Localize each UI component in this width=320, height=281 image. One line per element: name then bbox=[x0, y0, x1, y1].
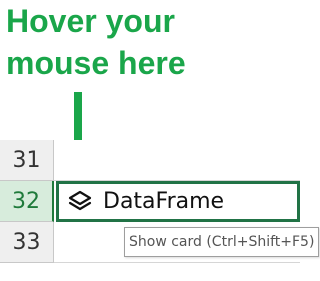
annotation-text: Hover your mouse here bbox=[6, 0, 186, 84]
dataframe-label: DataFrame bbox=[103, 189, 225, 214]
row-31: 31 bbox=[0, 140, 300, 181]
row-32: 32 DataFrame bbox=[0, 181, 300, 222]
cell-a33[interactable]: Show card (Ctrl+Shift+F5) bbox=[54, 222, 320, 263]
annotation-line-1: Hover your bbox=[6, 3, 175, 39]
row-header-31[interactable]: 31 bbox=[0, 140, 54, 181]
row-header-32[interactable]: 32 bbox=[0, 181, 54, 222]
layers-icon[interactable] bbox=[67, 189, 93, 215]
cell-a32[interactable]: DataFrame bbox=[56, 181, 300, 222]
cell-a31[interactable] bbox=[54, 140, 300, 181]
cell-a32-content: DataFrame bbox=[67, 184, 224, 219]
row-header-33[interactable]: 33 bbox=[0, 222, 54, 263]
spreadsheet-grid: 31 32 DataFrame 33 Show card (Ctrl+Shift… bbox=[0, 140, 320, 281]
row-33: 33 Show card (Ctrl+Shift+F5) bbox=[0, 222, 320, 263]
hover-annotation: Hover your mouse here bbox=[0, 0, 300, 130]
show-card-tooltip: Show card (Ctrl+Shift+F5) bbox=[124, 227, 320, 257]
annotation-line-2: mouse here bbox=[6, 45, 186, 81]
